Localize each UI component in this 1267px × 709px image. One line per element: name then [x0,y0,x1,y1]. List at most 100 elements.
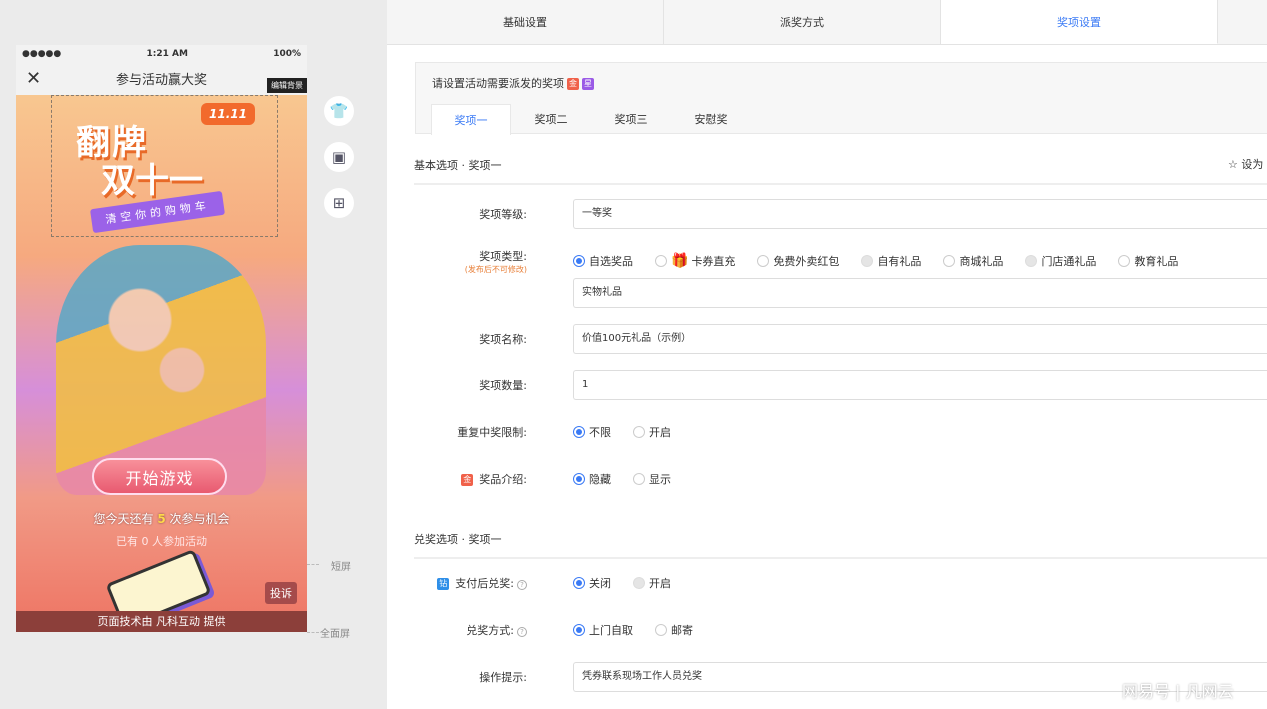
radio-label: 邮寄 [671,622,693,638]
complain-button[interactable]: 投诉 [265,582,297,604]
radio-dot [633,473,645,485]
chance-suffix: 次参与机会 [166,512,230,526]
type-sub-row: 实物礼品 [414,277,1267,309]
radio-label: 免费外卖红包 [773,253,839,269]
intro-label-wrap: 金奖品介绍: [414,471,531,487]
repeat-radio-unlimited[interactable]: 不限 [573,424,611,440]
gold-tag: 金 [461,474,473,486]
radio-label: 自选奖品 [589,253,633,269]
help-icon[interactable]: ? [517,627,527,637]
repeat-row: 重复中奖限制: 不限 开启 [414,416,1267,448]
watermark: 网易号 | 凡网云 [1122,678,1234,702]
intro-radio-hide[interactable]: 隐藏 [573,471,611,487]
close-icon[interactable]: ✕ [26,68,41,89]
type-radio-takeaway[interactable]: 免费外卖红包 [757,253,839,269]
phone-title: 参与活动赢大奖 [116,69,207,88]
radio-label: 上门自取 [589,622,633,638]
type-radio-mall[interactable]: 商城礼品 [943,253,1003,269]
radio-label: 显示 [649,471,671,487]
radio-dot [573,255,585,267]
type-label: 奖项类型:(发布后不可修改) [414,248,531,275]
name-input[interactable]: 价值100元礼品（示例） [573,324,1267,354]
count-row: 奖项数量: 1 [414,369,1267,401]
tab-prize-1[interactable]: 奖项一 [431,104,511,135]
tab-distribution[interactable]: 派奖方式 [664,0,941,44]
count-input[interactable]: 1 [573,370,1267,400]
type-radio-own[interactable]: 自有礼品 [861,253,921,269]
pay-label-wrap: 钻支付后兑奖:? [414,575,531,591]
method-radio-mail[interactable]: 邮寄 [655,622,693,638]
top-tabs: 基础设置 派奖方式 奖项设置 [387,0,1267,45]
type-sub-input[interactable]: 实物礼品 [573,278,1267,308]
short-screen-marker: 短屏 [331,558,351,573]
pay-radio-off[interactable]: 关闭 [573,575,611,591]
radio-label: 门店通礼品 [1041,253,1096,269]
tip-label: 操作提示: [414,669,531,685]
poster-badge: 11.11 [201,103,255,125]
type-radio-edu[interactable]: 教育礼品 [1118,253,1178,269]
method-radio-pickup[interactable]: 上门自取 [573,622,633,638]
grid-icon[interactable]: ⊞ [324,188,354,218]
signal: ●●●●● [22,49,61,59]
help-icon[interactable]: ? [517,580,527,590]
pay-radio-on[interactable]: 开启 [633,575,671,591]
tab-prize-settings[interactable]: 奖项设置 [941,0,1218,44]
radio-dot [633,577,645,589]
method-label: 兑奖方式: [466,624,514,637]
poster: 翻牌 双十一 11.11 清空你的购物车 开始游戏 您今天还有 5 次参与机会 … [16,95,307,632]
level-label: 奖项等级: [414,206,531,222]
type-radio-card[interactable]: 🎁卡券直充 [655,253,735,269]
star-tag: 星 [582,78,594,90]
name-label: 奖项名称: [414,331,531,347]
prize-box: 请设置活动需要派发的奖项金星 奖项一 奖项二 奖项三 安慰奖 [415,62,1267,134]
pay-row: 钻支付后兑奖:? 关闭 开启 [414,567,1267,599]
repeat-label: 重复中奖限制: [414,424,531,440]
box-icon[interactable]: ▣ [324,142,354,172]
radio-dot [573,473,585,485]
radio-dot [573,577,585,589]
radio-dot [861,255,873,267]
prize-tabs: 奖项一 奖项二 奖项三 安慰奖 [431,104,751,135]
method-row: 兑奖方式:? 上门自取 邮寄 [414,614,1267,646]
radio-dot [1025,255,1037,267]
phone-footer: 页面技术由 凡科互动 提供 [16,611,307,632]
type-radio-store[interactable]: 门店通礼品 [1025,253,1096,269]
radio-dot [573,426,585,438]
radio-label: 教育礼品 [1134,253,1178,269]
intro-row: 金奖品介绍: 隐藏 显示 [414,463,1267,495]
short-screen-line [307,564,319,565]
shirt-icon[interactable]: 👕 [324,96,354,126]
type-note: (发布后不可修改) [414,264,527,275]
full-screen-line [307,632,319,633]
type-row: 奖项类型:(发布后不可修改) 自选奖品 🎁卡券直充 免费外卖红包 自有礼品 商城… [414,245,1267,277]
name-row: 奖项名称: 价值100元礼品（示例） [414,323,1267,355]
radio-label: 自有礼品 [877,253,921,269]
level-input[interactable]: 一等奖 [573,199,1267,229]
tab-prize-3[interactable]: 奖项三 [591,104,671,135]
start-game-button[interactable]: 开始游戏 [92,458,227,495]
gold-tag: 金 [567,78,579,90]
set-default-button[interactable]: ☆ 设为 [1228,156,1263,172]
edit-background-button[interactable]: 编辑背景 [267,78,307,93]
radio-label: 不限 [589,424,611,440]
diamond-tag: 钻 [437,578,449,590]
intro-label: 奖品介绍: [479,473,527,486]
radio-label: 商城礼品 [959,253,1003,269]
type-radio-self[interactable]: 自选奖品 [573,253,633,269]
radio-dot [655,624,667,636]
chance-count: 5 [157,512,165,526]
joined-text: 已有 0 人参加活动 [16,533,307,549]
intro-radio-show[interactable]: 显示 [633,471,671,487]
tab-consolation[interactable]: 安慰奖 [671,104,751,135]
radio-label: 开启 [649,575,671,591]
tab-basic-settings[interactable]: 基础设置 [387,0,664,44]
prize-header-text: 请设置活动需要派发的奖项 [432,77,564,90]
radio-dot [757,255,769,267]
basic-section-title: 基本选项 · 奖项一 [414,157,1267,185]
tab-prize-2[interactable]: 奖项二 [511,104,591,135]
method-label-wrap: 兑奖方式:? [414,622,531,638]
repeat-radio-on[interactable]: 开启 [633,424,671,440]
radio-dot [655,255,667,267]
level-row: 奖项等级: 一等奖 [414,198,1267,230]
status-bar: ●●●●● 1:21 AM 100% [16,45,307,62]
